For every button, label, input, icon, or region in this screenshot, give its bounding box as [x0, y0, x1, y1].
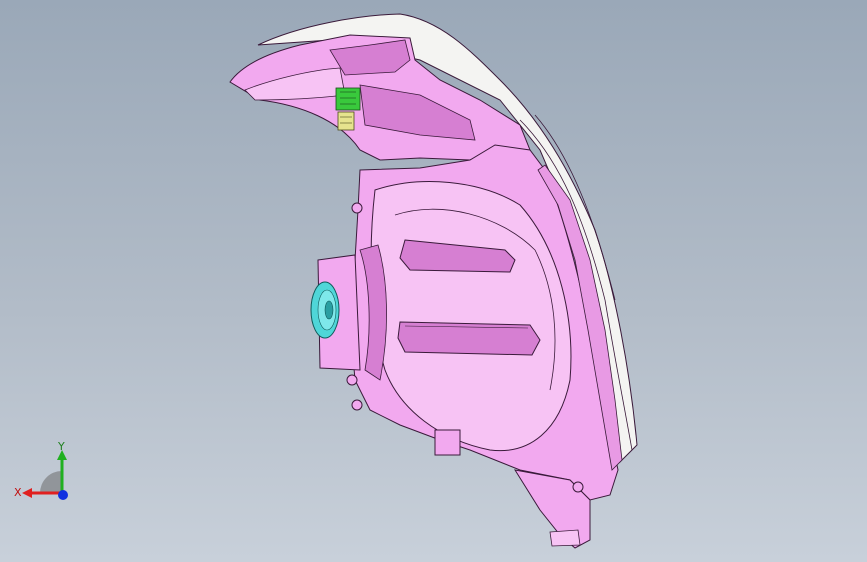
mount-boss-top	[351, 202, 363, 214]
bracket-pin	[549, 529, 581, 547]
mount-boss-bottom	[351, 399, 363, 411]
triad-shade	[40, 471, 62, 493]
mount-boss-left	[346, 374, 358, 386]
cad-viewport[interactable]: Y X	[0, 0, 867, 562]
coordinate-triad-icon: Y X	[14, 440, 68, 500]
y-axis-label: Y	[57, 440, 65, 453]
mount-tab-bottom	[434, 429, 461, 456]
green-connector	[335, 87, 361, 111]
x-axis-label: X	[14, 486, 22, 499]
yellow-clip	[337, 111, 355, 131]
headlamp-model[interactable]	[0, 0, 867, 562]
